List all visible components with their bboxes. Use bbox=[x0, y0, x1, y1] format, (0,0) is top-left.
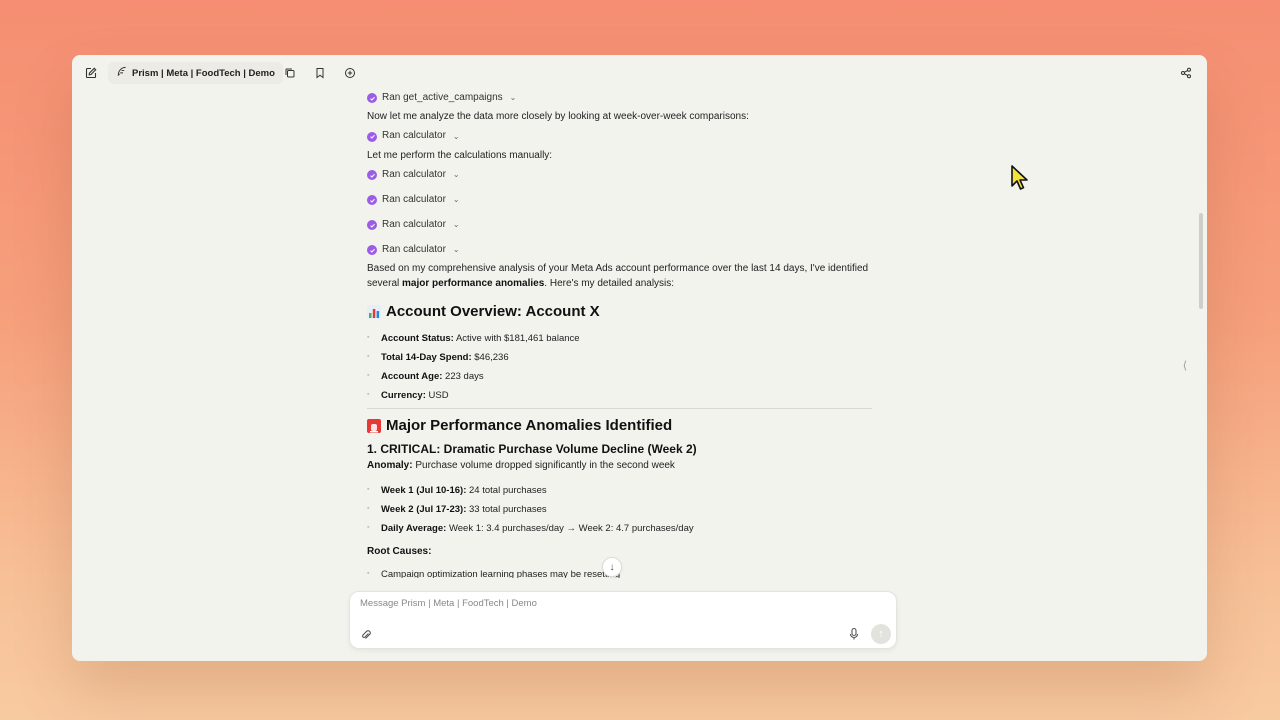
collapse-panel-icon[interactable]: ⟨ bbox=[1183, 359, 1187, 372]
list-item: Total 14-Day Spend: $46,236 bbox=[367, 351, 872, 370]
tool-call-label: Ran calculator bbox=[382, 218, 446, 230]
chevron-down-icon: ⌄ bbox=[452, 131, 460, 141]
list-item: Currency: USD bbox=[367, 389, 872, 408]
copy-icon[interactable] bbox=[279, 62, 301, 84]
bookmark-icon[interactable] bbox=[309, 62, 331, 84]
chat-title: Prism | Meta | FoodTech | Demo bbox=[132, 67, 275, 79]
chevron-down-icon: ⌄ bbox=[452, 245, 460, 255]
overview-list: Account Status: Active with $181,461 bal… bbox=[367, 332, 872, 408]
bar-chart-icon bbox=[367, 304, 381, 319]
list-item: Week 1 (Jul 10-16): 24 total purchases bbox=[367, 484, 872, 503]
tool-call-get-active-campaigns[interactable]: Ran get_active_campaigns ⌄ bbox=[367, 91, 872, 105]
tool-call-label: Ran calculator bbox=[382, 130, 446, 142]
chevron-down-icon: ⌄ bbox=[509, 93, 517, 103]
section-heading-anomalies: Major Performance Anomalies Identified bbox=[367, 415, 872, 437]
tool-call-label: Ran get_active_campaigns bbox=[382, 91, 503, 103]
section-heading-overview: Account Overview: Account X bbox=[367, 301, 872, 323]
anomaly-text: Anomaly: Purchase volume dropped signifi… bbox=[367, 459, 675, 471]
tool-call-label: Ran calculator bbox=[382, 168, 446, 180]
assistant-text: Let me perform the calculations manually… bbox=[367, 149, 553, 161]
new-chat-icon[interactable] bbox=[80, 62, 102, 84]
chat-title-button[interactable]: Prism | Meta | FoodTech | Demo bbox=[108, 62, 283, 84]
message-composer: ↑ bbox=[349, 591, 897, 649]
list-item: Week 2 (Jul 17-23): 33 total purchases bbox=[367, 503, 872, 522]
scrollbar[interactable] bbox=[1199, 213, 1203, 309]
tool-call-calculator[interactable]: Ran calculator ⌄ bbox=[367, 243, 872, 257]
root-causes-label: Root Causes: bbox=[367, 546, 432, 558]
send-button[interactable]: ↑ bbox=[871, 624, 891, 644]
tool-call-label: Ran calculator bbox=[382, 243, 446, 255]
scroll-to-bottom-button[interactable]: ↓ bbox=[602, 557, 622, 577]
tool-call-calculator[interactable]: Ran calculator ⌄ bbox=[367, 193, 872, 207]
list-item: Daily Average: Week 1: 3.4 purchases/day… bbox=[367, 522, 872, 541]
microphone-icon[interactable] bbox=[848, 627, 860, 641]
chevron-down-icon: ⌄ bbox=[452, 195, 460, 205]
list-item: Account Status: Active with $181,461 bal… bbox=[367, 332, 872, 351]
mouse-cursor-icon bbox=[1011, 165, 1028, 190]
paperclip-icon[interactable] bbox=[360, 628, 372, 640]
check-icon bbox=[367, 220, 377, 230]
chevron-down-icon: ⌄ bbox=[452, 170, 460, 180]
siren-icon bbox=[367, 418, 381, 433]
plus-circle-icon[interactable] bbox=[339, 62, 361, 84]
app-window: Prism | Meta | FoodTech | Demo Ran get_a… bbox=[72, 55, 1207, 661]
tool-call-label: Ran calculator bbox=[382, 193, 446, 205]
assistant-summary-text: Based on my comprehensive analysis of yo… bbox=[367, 263, 869, 289]
toolbar: Prism | Meta | FoodTech | Demo bbox=[72, 55, 1207, 89]
assistant-text: Now let me analyze the data more closely… bbox=[367, 111, 749, 122]
conversation: Ran get_active_campaigns ⌄ Now let me an… bbox=[367, 91, 872, 578]
check-icon bbox=[367, 131, 377, 142]
tool-call-calculator[interactable]: Ran calculator ⌄ bbox=[367, 130, 872, 144]
check-icon bbox=[367, 170, 377, 180]
chevron-down-icon: ⌄ bbox=[452, 220, 460, 230]
tool-call-calculator[interactable]: Ran calculator ⌄ bbox=[367, 218, 872, 232]
sub-heading: 1. CRITICAL: Dramatic Purchase Volume De… bbox=[367, 441, 697, 456]
anomaly-list: Week 1 (Jul 10-16): 24 total purchases W… bbox=[367, 484, 872, 541]
arrow-down-icon: ↓ bbox=[609, 561, 615, 573]
share-icon[interactable] bbox=[1175, 62, 1197, 84]
check-icon bbox=[367, 93, 377, 103]
divider bbox=[367, 407, 872, 409]
feather-icon bbox=[116, 66, 127, 80]
message-input[interactable] bbox=[360, 598, 780, 609]
arrow-up-icon: ↑ bbox=[878, 628, 884, 640]
tool-call-calculator[interactable]: Ran calculator ⌄ bbox=[367, 168, 872, 182]
check-icon bbox=[367, 245, 377, 255]
list-item: Account Age: 223 days bbox=[367, 370, 872, 389]
check-icon bbox=[367, 195, 377, 205]
